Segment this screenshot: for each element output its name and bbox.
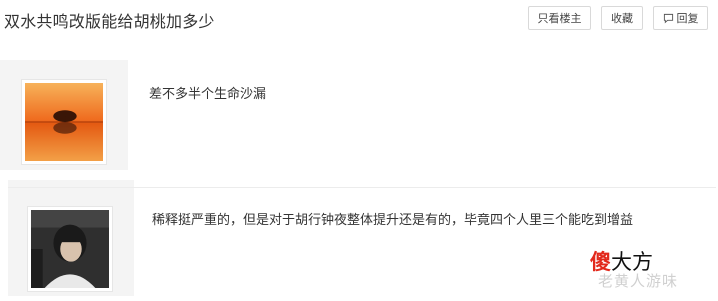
post-1-avatar[interactable] <box>21 79 107 165</box>
post-2-content: 稀释挺严重的，但是对于胡行钟夜整体提升还是有的，毕竟四个人里三个能吃到增益 <box>152 212 634 227</box>
favorite-button[interactable]: 收藏 <box>601 6 643 30</box>
post-1-content: 差不多半个生命沙漏 <box>149 86 267 101</box>
post-2-avatar[interactable] <box>27 206 113 292</box>
reply-label: 回复 <box>676 13 699 25</box>
reply-button[interactable]: 回复 <box>653 6 708 30</box>
faint-watermark: 老黄人游味 <box>598 273 679 290</box>
thread-title: 双水共鸣改版能给胡桃加多少 <box>4 14 215 31</box>
post-divider <box>8 187 716 188</box>
sunset-tree-image <box>25 83 103 161</box>
only-op-button[interactable]: 只看楼主 <box>528 6 591 30</box>
person-photo-image <box>31 210 109 288</box>
comment-icon <box>663 13 673 23</box>
